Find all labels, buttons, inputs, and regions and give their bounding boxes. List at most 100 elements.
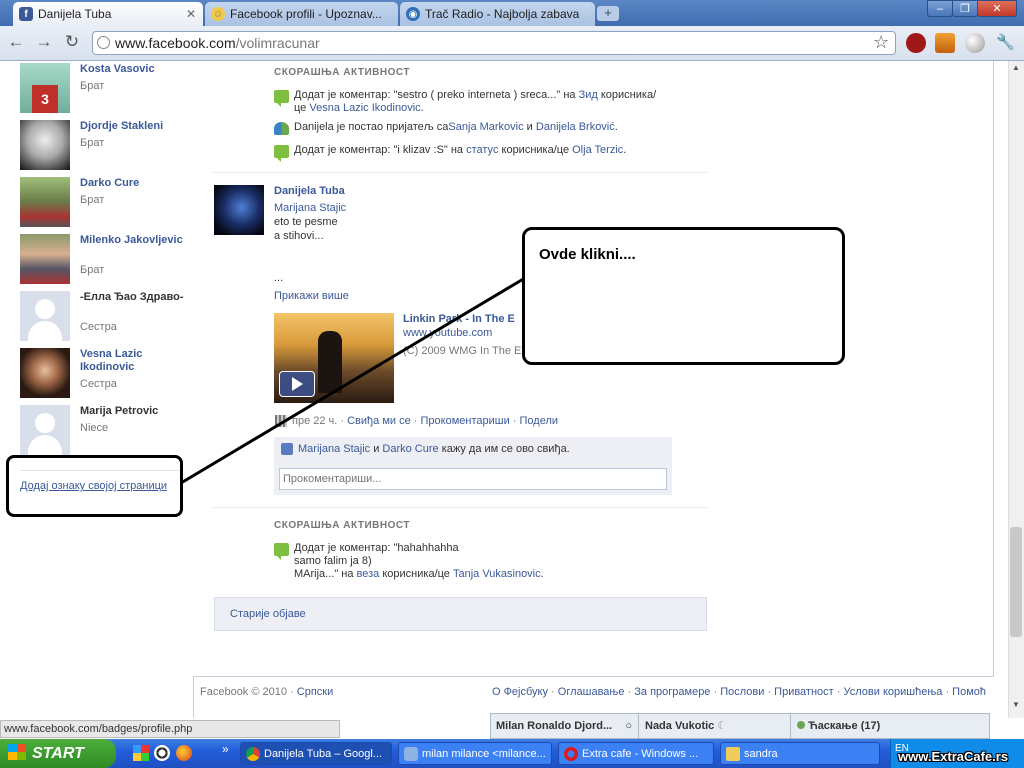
activity-text: . <box>420 102 424 114</box>
taskbar-item-folder[interactable]: sandra <box>720 742 880 765</box>
friend-name[interactable]: Vesna Lazic Ikodinovic <box>80 348 185 374</box>
friend-relation: Сестра <box>80 378 117 390</box>
play-icon[interactable] <box>279 371 315 397</box>
friend-name[interactable]: Darko Cure <box>80 177 185 190</box>
friend-name[interactable]: -Елла Ђао Здраво- <box>80 291 185 304</box>
relationship-link[interactable]: веза <box>357 568 380 580</box>
older-posts-bar[interactable]: Старије објаве <box>214 597 707 631</box>
friend-photo[interactable] <box>20 234 70 284</box>
video-thumbnail[interactable] <box>274 313 394 403</box>
chat-button[interactable]: Ћаскање (17) <box>790 713 990 739</box>
scrollbar-thumb[interactable] <box>1010 527 1022 637</box>
maximize-button[interactable]: ❐ <box>952 0 978 17</box>
footer-link-careers[interactable]: Послови <box>720 686 764 698</box>
comment-link[interactable]: Прокоментариши <box>421 415 510 427</box>
friend-item[interactable]: -Елла Ђао Здраво- Сестра <box>20 291 185 343</box>
older-posts-link[interactable]: Старије објаве <box>230 608 306 620</box>
chat-tab-milan[interactable]: Milan Ronaldo Djord... ○ <box>490 713 638 739</box>
footer-link-help[interactable]: Помоћ <box>952 686 986 698</box>
friend-photo[interactable] <box>20 120 70 170</box>
post-author-photo[interactable] <box>214 185 264 235</box>
user-link[interactable]: Sanja Markovic <box>448 121 523 135</box>
chat-tab-label: Nada Vukotic <box>645 720 715 732</box>
post-author-link[interactable]: Danijela Tuba <box>274 185 345 197</box>
sphere-extension-icon[interactable] <box>965 33 985 53</box>
quicklaunch-firefox-icon[interactable] <box>176 745 192 761</box>
taskbar-item-label: Danijela Tuba – Googl... <box>264 747 383 760</box>
user-link[interactable]: Olja Terzic <box>572 144 623 158</box>
globe-icon <box>97 36 110 49</box>
status-link[interactable]: статус <box>466 144 498 158</box>
footer-link-about[interactable]: О Фејсбуку <box>492 686 548 698</box>
extension-icon[interactable] <box>935 33 955 53</box>
user-link[interactable]: Darko Cure <box>382 443 438 455</box>
tab-trac-radio[interactable]: ◉ Trač Radio - Najbolja zabava <box>400 2 595 26</box>
like-link[interactable]: Свиђа ми се <box>347 415 411 427</box>
folder-icon <box>726 746 740 761</box>
quicklaunch-soccer-icon[interactable] <box>154 745 170 761</box>
post-time[interactable]: пре 22 ч. <box>292 415 337 427</box>
chat-tab-nada[interactable]: Nada Vukotic ☾ <box>638 713 790 739</box>
footer-link-advertising[interactable]: Оглашавање <box>558 686 625 698</box>
video-title-link[interactable]: Linkin Park - In The E <box>403 313 515 325</box>
close-window-button[interactable]: ✕ <box>977 0 1017 17</box>
friend-item[interactable]: Vesna Lazic Ikodinovic Сестра <box>20 348 185 400</box>
quicklaunch-picasa-icon[interactable] <box>133 745 149 761</box>
friend-name[interactable]: Milenko Jakovljevic <box>80 234 185 247</box>
reload-button[interactable]: ↻ <box>60 30 84 54</box>
scroll-down-icon[interactable]: ▼ <box>1010 700 1022 712</box>
friend-item[interactable]: Milenko Jakovljevic Брат <box>20 234 185 286</box>
new-tab-button[interactable]: + <box>597 6 619 21</box>
user-link[interactable]: Danijela Brković <box>536 121 615 135</box>
friend-name[interactable]: Djordje Stakleni <box>80 120 185 133</box>
post-recipient-link[interactable]: Marijana Stajic <box>274 202 346 214</box>
footer-link-developers[interactable]: За програмере <box>634 686 710 698</box>
radio-favicon-icon: ◉ <box>406 7 420 21</box>
url-text[interactable]: www.facebook.com/volimracunar <box>115 35 320 51</box>
wall-link[interactable]: Зид <box>579 89 598 101</box>
copyright: Facebook © 2010 · <box>200 686 297 698</box>
tab-close-icon[interactable]: ✕ <box>185 7 197 21</box>
scroll-up-icon[interactable]: ▲ <box>1010 63 1022 75</box>
footer-link-privacy[interactable]: Приватност <box>774 686 834 698</box>
language-link[interactable]: Српски <box>297 686 333 698</box>
friend-item[interactable]: 3 Kosta Vasovic Брат <box>20 63 185 115</box>
user-link[interactable]: Marijana Stajic <box>298 443 370 455</box>
start-button[interactable]: start <box>0 739 116 768</box>
friend-item[interactable]: Marija Petrovic Niece <box>20 405 185 457</box>
forward-button[interactable]: → <box>32 30 56 54</box>
friend-name[interactable]: Kosta Vasovic <box>80 63 185 76</box>
tab-facebook-profili[interactable]: ☺ Facebook profili - Upoznav... <box>205 2 398 26</box>
bookmark-star-icon[interactable]: ☆ <box>873 32 889 53</box>
friend-name[interactable]: Marija Petrovic <box>80 405 185 418</box>
user-link[interactable]: Vesna Lazic Ikodinovic <box>309 102 420 114</box>
taskbar-item-chrome[interactable]: Danijela Tuba – Googl... <box>240 742 392 765</box>
minimize-button[interactable]: – <box>927 0 953 17</box>
back-button[interactable]: ← <box>4 30 28 54</box>
activity-text: Danijela је постао пријатељ са <box>294 121 449 133</box>
callout-text: Ovde klikni.... <box>539 246 636 263</box>
friend-photo[interactable] <box>20 348 70 398</box>
friend-photo[interactable]: 3 <box>20 63 70 113</box>
show-more-link[interactable]: Прикажи више <box>274 290 349 302</box>
video-domain-link[interactable]: www.youtube.com <box>403 327 492 339</box>
recent-activity-heading: СКОРАШЊА АКТИВНОСТ <box>274 67 410 78</box>
wrench-icon[interactable]: 🔧 <box>996 33 1015 51</box>
friend-item[interactable]: Darko Cure Брат <box>20 177 185 229</box>
taskbar-item-opera[interactable]: Extra cafe - Windows ... <box>558 742 714 765</box>
default-avatar-icon[interactable] <box>20 405 70 455</box>
friend-item[interactable]: Djordje Stakleni Брат <box>20 120 185 172</box>
share-link[interactable]: Подели <box>520 415 559 427</box>
friend-photo[interactable] <box>20 177 70 227</box>
chat-close-icon[interactable]: ○ <box>625 713 632 739</box>
record-extension-icon[interactable] <box>906 33 926 53</box>
default-avatar-icon[interactable] <box>20 291 70 341</box>
add-badge-link[interactable]: Додај ознаку својој страници <box>20 480 167 492</box>
taskbar-item-messenger[interactable]: milan milance <milance... <box>398 742 552 765</box>
tab-danijela-tuba[interactable]: f Danijela Tuba ✕ <box>13 2 203 26</box>
windows-logo-icon <box>8 744 26 760</box>
user-link[interactable]: Tanja Vukasinovic <box>453 568 541 580</box>
quicklaunch-more-icon[interactable]: » <box>222 742 229 756</box>
footer-link-terms[interactable]: Услови коришћења <box>844 686 943 698</box>
comment-input[interactable] <box>279 468 667 490</box>
